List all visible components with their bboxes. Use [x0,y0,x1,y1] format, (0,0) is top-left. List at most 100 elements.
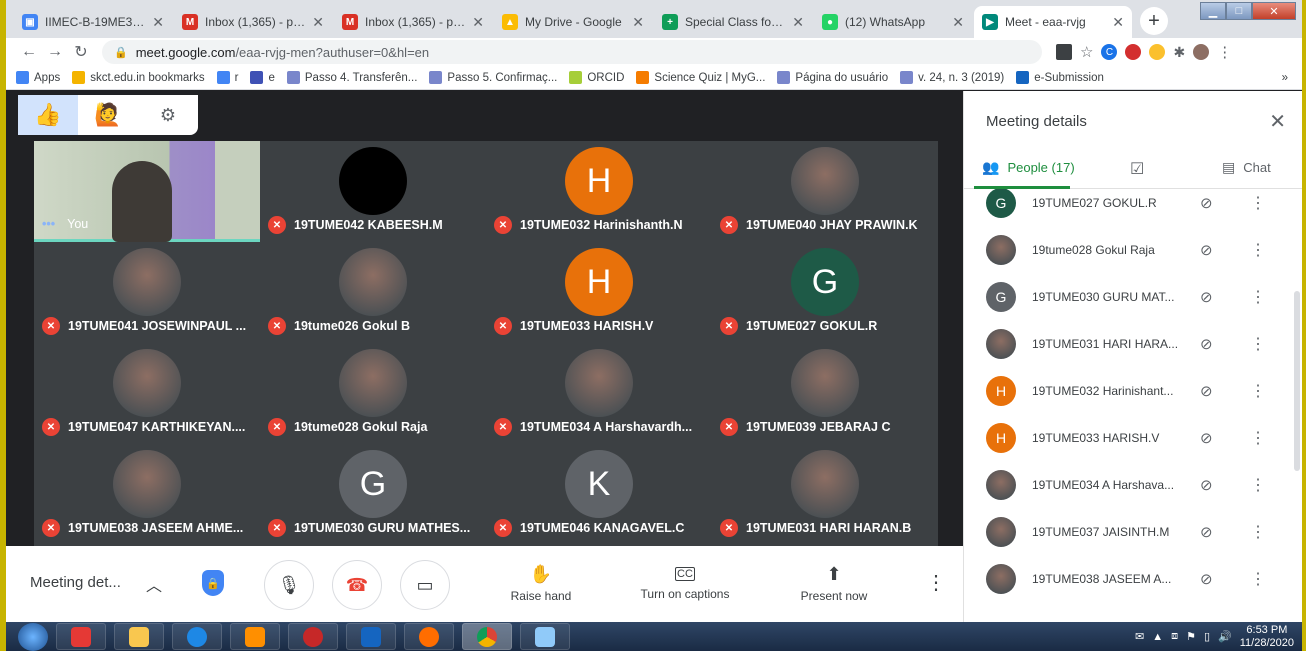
close-icon[interactable]: ✕ [1269,109,1286,134]
browser-tab[interactable]: + Special Class for La ✕ [654,6,812,38]
participant-tile[interactable]: ✕ 19TUME041 JOSEWINPAUL ... [34,242,260,343]
more-options-icon[interactable]: ⋮ [926,570,946,595]
person-more-options-icon[interactable]: ⋮ [1250,428,1266,448]
participant-tile[interactable]: ✕ 19TUME034 A Harshavardh... [486,343,712,444]
person-more-options-icon[interactable]: ⋮ [1250,569,1266,589]
extension-c-icon[interactable]: C [1101,44,1118,60]
profile-avatar[interactable] [1193,44,1210,60]
participant-tile[interactable]: G ✕ 19TUME030 GURU MATHES... [260,444,486,545]
network-icon[interactable]: ⧈ [1171,630,1178,643]
participant-tile[interactable]: ✕ 19TUME040 JHAY PRAWIN.K [712,141,938,242]
tab-close-icon[interactable]: ✕ [1112,14,1124,31]
settings-gear-icon[interactable]: ⚙ [138,105,198,126]
tab-chat[interactable]: ▤ Chat [1222,159,1271,176]
participant-tile[interactable]: ✕ 19tume028 Gokul Raja [260,343,486,444]
bookmark-item[interactable]: ORCID [569,71,624,84]
taskbar-chrome[interactable] [462,623,512,650]
tab-close-icon[interactable]: ✕ [312,14,324,31]
tab-close-icon[interactable]: ✕ [632,14,644,31]
participant-tile[interactable]: K ✕ 19TUME046 KANAGAVEL.C [486,444,712,545]
bookmark-item[interactable]: Apps [16,71,60,84]
start-button[interactable] [18,622,48,651]
minimize-icon[interactable]: ▁ [1200,2,1226,20]
microphone-button[interactable]: 🎙 [264,560,314,610]
action-center-icon[interactable]: ✉ [1135,630,1144,643]
clock[interactable]: 6:53 PM 11/28/2020 [1240,624,1294,650]
taskbar-media[interactable] [230,623,280,650]
new-tab-button[interactable]: + [1140,7,1168,35]
browser-tab[interactable]: ▶ Meet - eaa-rvjg ✕ [974,6,1132,38]
thumbs-up-reaction-icon[interactable]: 👍 [18,95,78,135]
url-input[interactable]: 🔒 meet.google.com/eaa-rvjg-men?authuser=… [102,40,1042,64]
people-list-item[interactable]: G 19TUME027 GOKUL.R ⊘ ⋮ [964,189,1294,226]
present-now-button[interactable]: ⬆ Present now [774,564,894,603]
people-list-item[interactable]: 19TUME031 HARI HARA... ⊘ ⋮ [964,320,1294,367]
participant-tile[interactable]: G ✕ 19TUME027 GOKUL.R [712,242,938,343]
star-icon[interactable]: ☆ [1080,43,1093,61]
participant-tile[interactable]: ✕ 19TUME047 KARTHIKEYAN.... [34,343,260,444]
chevron-up-icon[interactable]: ︿ [146,572,162,596]
bookmark-item[interactable]: Passo 5. Confirmaç... [429,71,557,84]
bookmark-item[interactable]: skct.edu.in bookmarks [72,71,205,84]
people-list-scrollbar[interactable] [1294,291,1300,471]
tab-close-icon[interactable]: ✕ [472,14,484,31]
taskbar-downloader[interactable] [56,623,106,650]
thumbs-up-icon[interactable] [1149,44,1166,60]
people-list-item[interactable]: H 19TUME033 HARISH.V ⊘ ⋮ [964,414,1294,461]
leave-call-button[interactable]: ☎ [332,560,382,610]
back-icon[interactable]: ← [16,43,42,61]
raise-hand-button[interactable]: ✋ Raise hand [481,564,601,603]
people-list-item[interactable]: H 19TUME032 Harinishant... ⊘ ⋮ [964,367,1294,414]
taskbar-app[interactable] [288,623,338,650]
maximize-icon[interactable]: □ [1226,2,1252,20]
tab-close-icon[interactable]: ✕ [952,14,964,31]
tab-people[interactable]: 👥 People (17) [982,159,1075,176]
browser-tab[interactable]: M Inbox (1,365) - prin ✕ [334,6,492,38]
taskbar-word[interactable] [346,623,396,650]
person-more-options-icon[interactable]: ⋮ [1250,522,1266,542]
browser-tab[interactable]: ▲ My Drive - Google ✕ [494,6,652,38]
meeting-details-button[interactable]: Meeting det... [30,574,121,591]
people-list-item[interactable]: 19TUME038 JASEEM A... ⊘ ⋮ [964,555,1294,602]
bookmark-item[interactable]: Science Quiz | MyG... [636,71,765,84]
person-more-options-icon[interactable]: ⋮ [1250,240,1266,260]
person-more-options-icon[interactable]: ⋮ [1250,381,1266,401]
forward-icon[interactable]: → [42,43,68,61]
participant-tile[interactable]: ✕ 19TUME042 KABEESH.M [260,141,486,242]
tab-close-icon[interactable]: ✕ [792,14,804,31]
participant-tile[interactable]: ✕ 19TUME039 JEBARAJ C [712,343,938,444]
battery-icon[interactable]: ▯ [1204,630,1210,643]
bookmark-item[interactable]: r [216,71,238,84]
person-more-options-icon[interactable]: ⋮ [1250,287,1266,307]
tab-close-icon[interactable]: ✕ [152,14,164,31]
bookmarks-overflow-icon[interactable]: » [1282,72,1288,84]
participant-tile[interactable]: H ✕ 19TUME033 HARISH.V [486,242,712,343]
browser-menu-icon[interactable]: ⋮ [1217,43,1232,61]
captions-button[interactable]: CC Turn on captions [625,564,745,601]
browser-tab[interactable]: M Inbox (1,365) - prin ✕ [174,6,332,38]
puzzle-icon[interactable]: ✱ [1173,44,1185,61]
self-more-dots-icon[interactable]: ••• [42,217,55,231]
bookmark-item[interactable]: e [250,71,275,84]
participant-tile[interactable]: ✕ 19TUME038 JASEEM AHME... [34,444,260,545]
browser-tab[interactable]: ● (12) WhatsApp ✕ [814,6,972,38]
person-more-options-icon[interactable]: ⋮ [1250,475,1266,495]
bookmark-item[interactable]: v. 24, n. 3 (2019) [900,71,1004,84]
window-close-icon[interactable]: ✕ [1252,2,1296,20]
reload-icon[interactable]: ↻ [68,42,94,62]
browser-tab[interactable]: ▣ IIMEC-B-19ME302- ✕ [14,6,172,38]
person-more-options-icon[interactable]: ⋮ [1250,193,1266,213]
camera-button[interactable]: ▭ [400,560,450,610]
bookmark-item[interactable]: Página do usuário [777,71,888,84]
taskbar-ie[interactable] [172,623,222,650]
people-list-item[interactable]: 19TUME034 A Harshava... ⊘ ⋮ [964,461,1294,508]
flag-icon[interactable]: ⚑ [1186,630,1196,643]
tab-activities[interactable]: ☑ [1130,159,1144,179]
taskbar-firefox[interactable] [404,623,454,650]
volume-icon[interactable]: 🔊 [1218,630,1232,643]
taskbar-explorer[interactable] [114,623,164,650]
bookmark-item[interactable]: Passo 4. Transferên... [286,71,417,84]
camera-icon[interactable] [1056,44,1072,60]
bookmark-item[interactable]: e-Submission [1016,71,1104,84]
people-list-item[interactable]: 19tume028 Gokul Raja ⊘ ⋮ [964,226,1294,273]
